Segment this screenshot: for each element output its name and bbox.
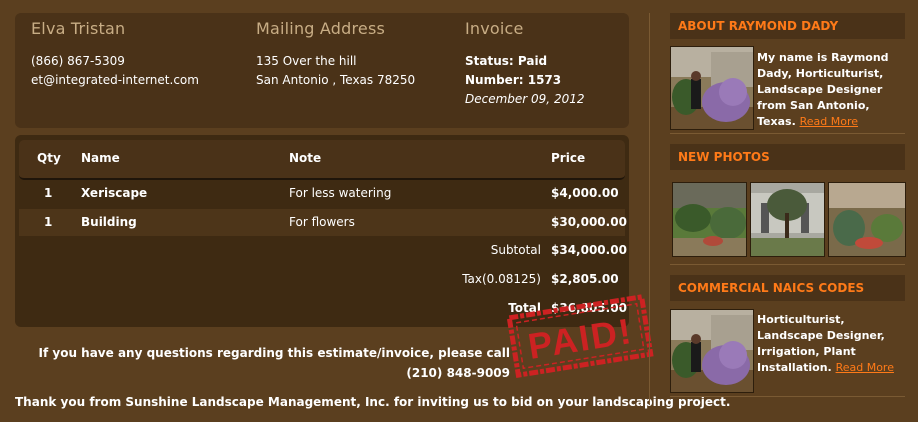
client-column: Elva Tristan (866) 867-5309 et@integrate… bbox=[31, 19, 199, 90]
client-email: et@integrated-internet.com bbox=[31, 73, 199, 87]
photo-thumbnail-1[interactable] bbox=[672, 182, 747, 257]
subtotal-label: Subtotal bbox=[490, 243, 541, 257]
invoice-header-panel: Elva Tristan (866) 867-5309 et@integrate… bbox=[15, 13, 629, 128]
row-price: $30,000.00 bbox=[551, 215, 627, 229]
naics-read-more-link[interactable]: Read More bbox=[836, 361, 894, 374]
header-note: Note bbox=[289, 151, 322, 165]
invoice-column: Invoice Status: Paid Number: 1573 Decemb… bbox=[465, 19, 584, 109]
footer-question: If you have any questions regarding this… bbox=[38, 346, 510, 380]
flowerbed-image-icon bbox=[829, 183, 905, 256]
tax-label: Tax(0.08125) bbox=[462, 272, 541, 286]
header-price: Price bbox=[551, 151, 586, 165]
mailing-heading: Mailing Address bbox=[256, 19, 386, 38]
client-name: Elva Tristan bbox=[31, 19, 126, 38]
table-row: 1 Building For flowers $30,000.00 bbox=[19, 209, 627, 236]
naics-title: COMMERCIAL NAICS CODES bbox=[670, 275, 905, 301]
row-qty: 1 bbox=[44, 215, 53, 229]
mailing-city: San Antonio , Texas 78250 bbox=[256, 73, 416, 87]
row-name: Xeriscape bbox=[81, 186, 148, 200]
photo-thumbnail-2[interactable] bbox=[750, 182, 825, 257]
tree-image-icon bbox=[751, 183, 824, 256]
about-text-block: My name is Raymond Dady, Horticulturist,… bbox=[757, 50, 905, 130]
invoice-status: Status: Paid bbox=[465, 54, 548, 68]
header-qty: Qty bbox=[37, 151, 61, 165]
tax-value: $2,805.00 bbox=[551, 272, 619, 286]
row-price: $4,000.00 bbox=[551, 186, 619, 200]
invoice-table: Qty Name Note Price 1 Xeriscape For less… bbox=[15, 135, 629, 327]
naics-text-block: Horticulturist, Landscape Designer, Irri… bbox=[757, 312, 905, 376]
about-title: ABOUT RAYMOND DADY bbox=[670, 13, 905, 39]
invoice-main: Elva Tristan (866) 867-5309 et@integrate… bbox=[0, 0, 730, 422]
naics-photo[interactable] bbox=[670, 309, 754, 393]
garden-image-icon bbox=[673, 183, 746, 256]
invoice-number: Number: 1573 bbox=[465, 73, 562, 87]
about-read-more-link[interactable]: Read More bbox=[800, 115, 858, 128]
portrait-image-icon bbox=[671, 310, 753, 392]
invoice-date: December 09, 2012 bbox=[465, 92, 585, 106]
header-name: Name bbox=[81, 151, 120, 165]
mailing-column: Mailing Address 135 Over the hill San An… bbox=[256, 19, 415, 90]
row-name: Building bbox=[81, 215, 137, 229]
photos-title: NEW PHOTOS bbox=[670, 144, 905, 170]
subtotal-value: $34,000.00 bbox=[551, 243, 627, 257]
mailing-street: 135 Over the hill bbox=[256, 54, 357, 68]
row-qty: 1 bbox=[44, 186, 53, 200]
client-phone: (866) 867-5309 bbox=[31, 54, 125, 68]
about-photo[interactable] bbox=[670, 46, 754, 130]
portrait-image-icon bbox=[671, 47, 753, 129]
sidebar-separator bbox=[670, 264, 905, 265]
table-header: Qty Name Note Price bbox=[19, 140, 625, 180]
photo-thumbnail-3[interactable] bbox=[828, 182, 906, 257]
sidebar-separator bbox=[670, 396, 905, 397]
vertical-divider bbox=[649, 13, 650, 405]
invoice-heading: Invoice bbox=[465, 19, 524, 38]
footer-thanks: Thank you from Sunshine Landscape Manage… bbox=[15, 395, 731, 409]
sidebar-separator bbox=[670, 133, 905, 134]
row-note: For less watering bbox=[289, 186, 392, 200]
row-note: For flowers bbox=[289, 215, 355, 229]
